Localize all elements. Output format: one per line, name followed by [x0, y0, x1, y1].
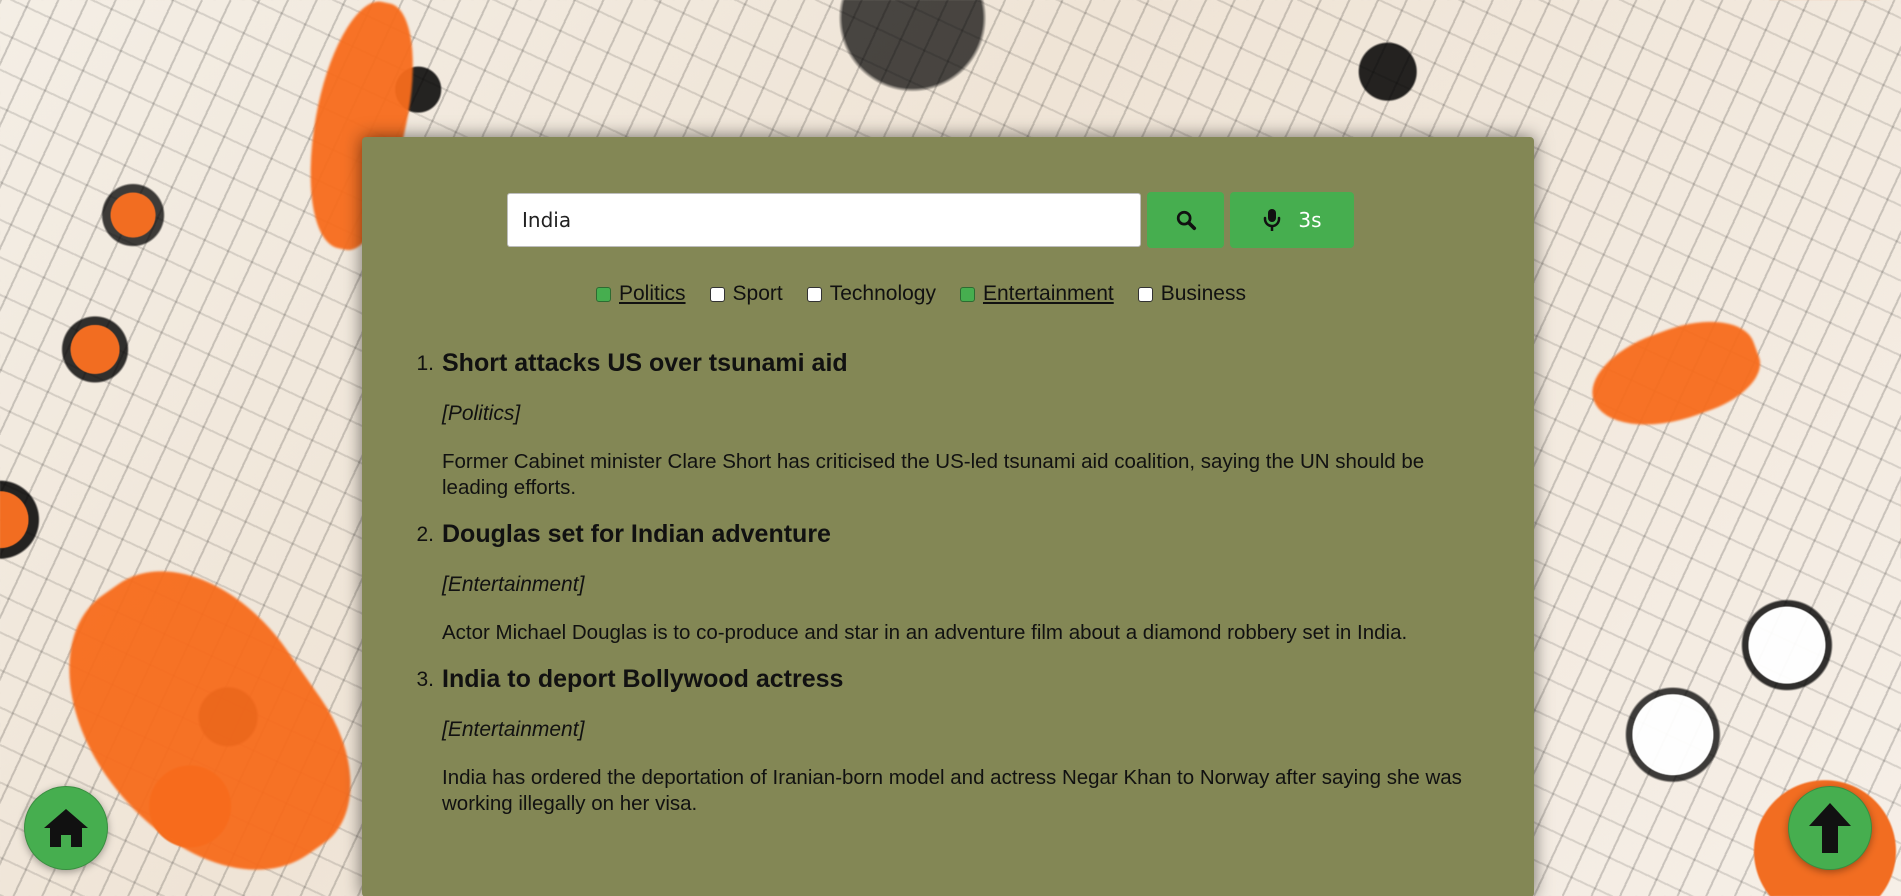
home-icon [44, 809, 88, 847]
home-button[interactable] [24, 786, 108, 870]
result-content: India to deport Bollywood actress [Enter… [442, 663, 1492, 817]
result-item: 2. Douglas set for Indian adventure [Ent… [412, 518, 1492, 646]
result-category: [Politics] [442, 402, 521, 425]
search-icon [1176, 210, 1196, 231]
result-content: Douglas set for Indian adventure [Entert… [442, 518, 1492, 646]
result-item: 1. Short attacks US over tsunami aid [Po… [412, 347, 1492, 501]
result-number: 1. [416, 352, 434, 375]
search-panel: 3s Politics Sport Technology Entertainme… [362, 137, 1534, 896]
arrow-up-icon [1809, 803, 1851, 853]
result-title[interactable]: Douglas set for Indian adventure [442, 518, 1492, 550]
politics-checkbox[interactable] [596, 286, 611, 302]
filter-label: Politics [619, 282, 686, 305]
search-results: 1. Short attacks US over tsunami aid [Po… [412, 347, 1492, 834]
result-title[interactable]: India to deport Bollywood actress [442, 663, 1492, 695]
filter-label: Sport [732, 282, 783, 305]
filter-label: Entertainment [982, 282, 1114, 305]
filter-label: Business [1160, 282, 1246, 305]
sport-checkbox[interactable] [709, 286, 725, 302]
filter-business[interactable]: Business [1137, 282, 1246, 306]
category-filters: Politics Sport Technology Entertainment … [596, 282, 1246, 306]
filter-label: Technology [829, 282, 936, 305]
result-number: 2. [416, 523, 434, 546]
result-summary: Actor Michael Douglas is to co-produce a… [442, 621, 1408, 644]
filter-technology[interactable]: Technology [806, 282, 936, 306]
result-category: [Entertainment] [442, 573, 585, 596]
result-summary: Former Cabinet minister Clare Short has … [442, 450, 1425, 499]
result-content: Short attacks US over tsunami aid [Polit… [442, 347, 1492, 501]
search-input[interactable] [507, 193, 1141, 247]
filter-politics[interactable]: Politics [596, 282, 686, 306]
technology-checkbox[interactable] [806, 286, 822, 302]
background-orange-shape [1579, 303, 1771, 447]
search-row: 3s [507, 192, 1354, 248]
result-category: [Entertainment] [442, 718, 585, 741]
result-item: 3. India to deport Bollywood actress [En… [412, 663, 1492, 817]
result-title[interactable]: Short attacks US over tsunami aid [442, 347, 1492, 379]
filter-sport[interactable]: Sport [709, 282, 783, 306]
microphone-icon [1264, 209, 1281, 231]
entertainment-checkbox[interactable] [959, 286, 975, 302]
voice-duration: 3s [1298, 208, 1322, 232]
business-checkbox[interactable] [1137, 286, 1153, 302]
scroll-to-top-button[interactable] [1788, 786, 1872, 870]
search-button[interactable] [1147, 192, 1224, 248]
filter-entertainment[interactable]: Entertainment [959, 282, 1114, 306]
voice-search-button[interactable]: 3s [1230, 192, 1354, 248]
result-summary: India has ordered the deportation of Ira… [442, 766, 1462, 815]
result-number: 3. [416, 668, 434, 691]
